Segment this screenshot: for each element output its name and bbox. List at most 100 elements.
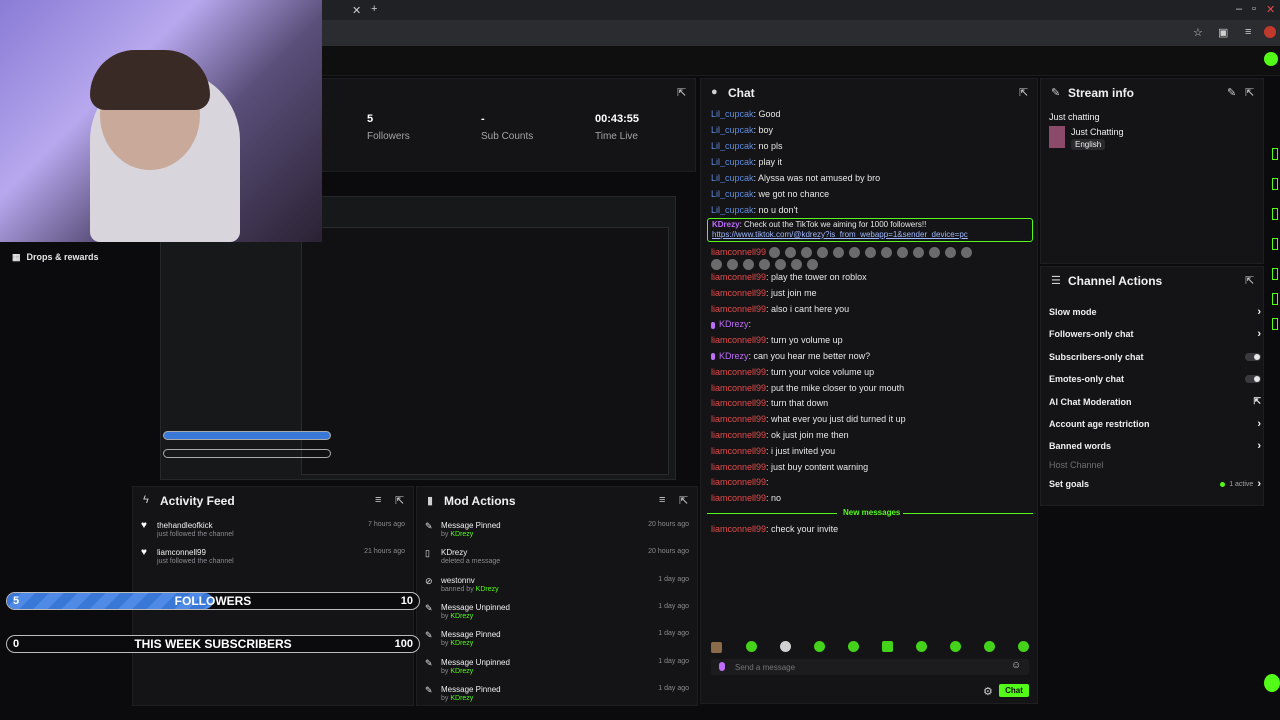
pinned-message[interactable]: KDrezy: Check out the TikTok we aiming f…: [707, 218, 1033, 242]
emote-icon[interactable]: [711, 642, 722, 653]
chat-username[interactable]: Lil_cupcak: [711, 109, 754, 119]
chat-username[interactable]: Lil_cupcak: [711, 205, 754, 215]
category-name[interactable]: Just Chatting: [1071, 127, 1124, 137]
action-account-age-restriction[interactable]: Account age restriction ›: [1049, 417, 1261, 431]
maximize-icon[interactable]: ▫: [1252, 3, 1256, 15]
rail-icon[interactable]: [1272, 268, 1278, 280]
popout-icon[interactable]: ⇱: [1245, 274, 1254, 287]
chat-username[interactable]: Lil_cupcak: [711, 125, 754, 135]
set-goals-row[interactable]: Set goals 1 active ›: [1049, 477, 1261, 491]
new-tab-icon[interactable]: +: [371, 3, 377, 15]
toggle-switch[interactable]: [1245, 352, 1261, 361]
popout-icon[interactable]: ⇱: [677, 86, 686, 99]
chat-username[interactable]: Lil_cupcak: [711, 173, 754, 183]
filter-icon[interactable]: ≡: [375, 494, 381, 506]
popout-icon[interactable]: ⇱: [395, 494, 404, 507]
emote-icon: [913, 247, 924, 258]
extensions-icon[interactable]: ▣: [1218, 26, 1228, 39]
mod-action-by: deleted a message: [441, 558, 501, 566]
mod-action-who[interactable]: KDrezy: [450, 640, 473, 647]
chat-username[interactable]: KDrezy: [719, 351, 749, 361]
mod-action-time: 20 hours ago: [648, 548, 689, 556]
chat-username[interactable]: liamconnell99: [711, 477, 766, 487]
mic-icon[interactable]: [719, 662, 725, 671]
toggle-switch[interactable]: [1245, 375, 1261, 384]
chat-username[interactable]: Lil_cupcak: [711, 157, 754, 167]
mod-action-who[interactable]: KDrezy: [476, 586, 499, 593]
chat-input-box[interactable]: ☺: [711, 659, 1029, 675]
mod-action-who[interactable]: KDrezy: [450, 668, 473, 675]
mod-action-who[interactable]: KDrezy: [450, 531, 473, 538]
pinned-user[interactable]: KDrezy: [712, 220, 740, 229]
action-emotes-only-chat[interactable]: Emotes-only chat: [1049, 372, 1261, 386]
action-banned-words[interactable]: Banned words ›: [1049, 439, 1261, 453]
new-messages-divider[interactable]: New messages: [707, 508, 1033, 518]
kick-logo-icon[interactable]: [1264, 52, 1278, 66]
emote-icon[interactable]: [984, 641, 995, 652]
rail-icon[interactable]: [1272, 178, 1278, 190]
action-ai-chat-moderation[interactable]: AI Chat Moderation ⇱: [1049, 395, 1261, 409]
feed-username[interactable]: liamconnell99: [157, 548, 206, 557]
chat-username[interactable]: liamconnell99: [711, 335, 766, 345]
chat-username[interactable]: liamconnell99: [711, 414, 766, 424]
filter-icon[interactable]: ≡: [659, 494, 665, 506]
help-bubble-icon[interactable]: [1264, 674, 1280, 692]
chat-username[interactable]: liamconnell99: [711, 524, 766, 534]
chat-username[interactable]: liamconnell99: [711, 398, 766, 408]
rail-icon[interactable]: [1272, 238, 1278, 250]
popout-icon[interactable]: ⇱: [679, 494, 688, 507]
stream-title: Just chatting: [1049, 112, 1100, 122]
popout-icon[interactable]: ⇱: [1019, 86, 1028, 99]
channel-actions-title: Channel Actions: [1068, 274, 1163, 288]
action-followers-only-chat[interactable]: Followers-only chat ›: [1049, 327, 1261, 341]
chat-settings-icon[interactable]: ⚙: [983, 685, 993, 698]
rail-icon[interactable]: [1272, 208, 1278, 220]
drops-rewards-item[interactable]: ▦ Drops & rewards: [12, 252, 99, 263]
chat-username[interactable]: liamconnell99: [711, 383, 766, 393]
profile-avatar[interactable]: [1264, 26, 1276, 38]
emote-icon[interactable]: [780, 641, 791, 652]
emote-icon: [769, 247, 780, 258]
chat-username[interactable]: liamconnell99: [711, 462, 766, 472]
rail-icon[interactable]: [1272, 293, 1278, 305]
emote-icon[interactable]: [882, 641, 893, 652]
chat-username[interactable]: liamconnell99: [711, 272, 766, 282]
edit-icon[interactable]: ✎: [1227, 86, 1236, 99]
feed-username[interactable]: thehandleofkick: [157, 521, 213, 530]
star-icon[interactable]: ☆: [1193, 26, 1203, 39]
chat-username[interactable]: liamconnell99: [711, 367, 766, 377]
chat-username[interactable]: liamconnell99: [711, 446, 766, 456]
menu-icon[interactable]: ≡: [1245, 26, 1251, 38]
close-tab-icon[interactable]: ✕: [352, 4, 361, 17]
emote-icon[interactable]: [916, 641, 927, 652]
chat-username[interactable]: liamconnell99: [711, 493, 766, 503]
chat-username[interactable]: liamconnell99: [711, 247, 766, 257]
emoji-picker-icon[interactable]: ☺: [1011, 660, 1021, 671]
action-label: AI Chat Moderation: [1049, 396, 1132, 407]
pinned-link[interactable]: https://www.tiktok.com/@kdrezy?is_from_w…: [712, 230, 968, 239]
minimize-icon[interactable]: –: [1236, 3, 1242, 15]
emote-icon[interactable]: [746, 641, 757, 652]
action-subscribers-only-chat[interactable]: Subscribers-only chat: [1049, 350, 1261, 364]
chat-username[interactable]: Lil_cupcak: [711, 141, 754, 151]
chat-send-button[interactable]: Chat: [999, 684, 1029, 697]
rail-icon[interactable]: [1272, 318, 1278, 330]
chat-username[interactable]: liamconnell99: [711, 430, 766, 440]
chat-username[interactable]: Lil_cupcak: [711, 189, 754, 199]
mod-action-detail: by KDrezy: [441, 695, 473, 702]
rail-icon[interactable]: [1272, 148, 1278, 160]
emote-icon[interactable]: [814, 641, 825, 652]
chat-message-input[interactable]: [735, 660, 995, 674]
chat-username[interactable]: liamconnell99: [711, 304, 766, 314]
mod-action-who[interactable]: KDrezy: [450, 613, 473, 620]
chat-username[interactable]: KDrezy: [719, 319, 749, 329]
followers-goal-fill: [7, 593, 213, 609]
close-window-icon[interactable]: ✕: [1266, 3, 1275, 16]
emote-icon[interactable]: [1018, 641, 1029, 652]
emote-icon[interactable]: [950, 641, 961, 652]
action-slow-mode[interactable]: Slow mode ›: [1049, 305, 1261, 319]
emote-icon[interactable]: [848, 641, 859, 652]
popout-icon[interactable]: ⇱: [1245, 86, 1254, 99]
mod-action-who[interactable]: KDrezy: [450, 695, 473, 702]
chat-username[interactable]: liamconnell99: [711, 288, 766, 298]
